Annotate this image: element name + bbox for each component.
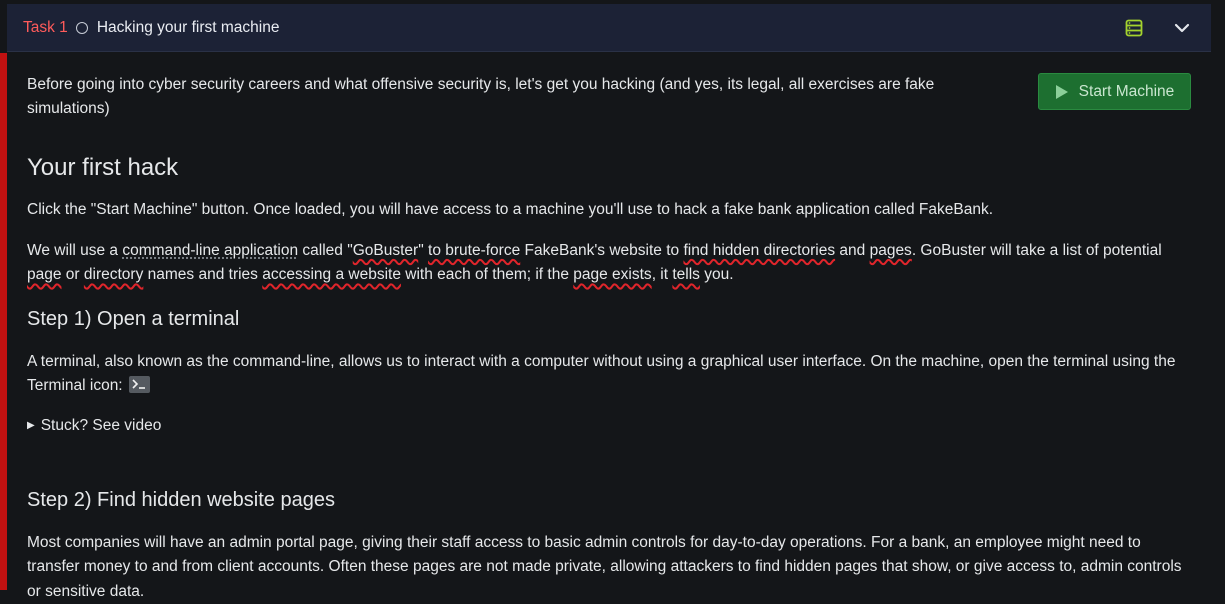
play-icon: [1055, 84, 1069, 100]
disclosure-triangle-icon: ▶: [27, 420, 35, 431]
step1-paragraph: A terminal, also known as the command-li…: [27, 350, 1192, 399]
text-fragment: FakeBank's website to: [520, 242, 683, 259]
grammar-directory: directory: [84, 266, 143, 283]
grammar-tells: tells: [672, 266, 700, 283]
grammar-to-brute-force: to brute-force: [428, 242, 520, 259]
text-fragment: . GoBuster will take a list of potential: [912, 242, 1162, 259]
text-fragment: We will use a: [27, 242, 122, 259]
intro-text: Before going into cyber security careers…: [27, 73, 997, 121]
grammar-pages: pages: [870, 242, 912, 259]
text-fragment: with each of them; if the: [401, 266, 573, 283]
stuck-video-label: Stuck? See video: [41, 417, 162, 435]
intro-row: Before going into cyber security careers…: [27, 73, 1192, 121]
grammar-find-hidden-directories: find hidden directories: [683, 242, 835, 259]
server-icon[interactable]: [1125, 19, 1143, 37]
text-fragment: called ": [298, 242, 353, 259]
text-fragment: you.: [700, 266, 734, 283]
chevron-down-icon[interactable]: [1173, 19, 1191, 37]
text-fragment: , it: [652, 266, 673, 283]
terminal-icon: [129, 376, 150, 393]
grammar-page: page: [27, 266, 61, 283]
task-title: Hacking your first machine: [97, 19, 280, 37]
text-fragment: or: [61, 266, 83, 283]
paragraph-start-machine: Click the "Start Machine" button. Once l…: [27, 198, 1192, 223]
step1-heading: Step 1) Open a terminal: [27, 306, 1192, 332]
step1-text: A terminal, also known as the command-li…: [27, 353, 1175, 395]
task-accent-bar: [0, 53, 7, 590]
section-heading-first-hack: Your first hack: [27, 153, 1192, 183]
task-header[interactable]: Task 1 Hacking your first machine: [7, 4, 1211, 52]
stuck-video-disclosure[interactable]: ▶ Stuck? See video: [27, 417, 1192, 435]
text-fragment: names and tries: [143, 266, 262, 283]
start-machine-label: Start Machine: [1079, 83, 1175, 101]
task-content: Before going into cyber security careers…: [27, 53, 1192, 604]
paragraph-gobuster: We will use a command-line application c…: [27, 239, 1192, 288]
grammar-page-exists: page exists: [573, 266, 651, 283]
start-machine-button[interactable]: Start Machine: [1038, 73, 1191, 110]
text-fragment: ": [418, 242, 428, 259]
task-number-label: Task 1: [23, 19, 68, 37]
circle-icon: [76, 22, 88, 34]
grammar-accessing-a-website: accessing a website: [262, 266, 401, 283]
command-line-application-link[interactable]: command-line application: [122, 242, 298, 259]
step2-heading: Step 2) Find hidden website pages: [27, 487, 1192, 513]
spelling-gobuster: GoBuster: [353, 242, 418, 259]
text-fragment: and: [835, 242, 869, 259]
step2-paragraph: Most companies will have an admin portal…: [27, 531, 1192, 604]
